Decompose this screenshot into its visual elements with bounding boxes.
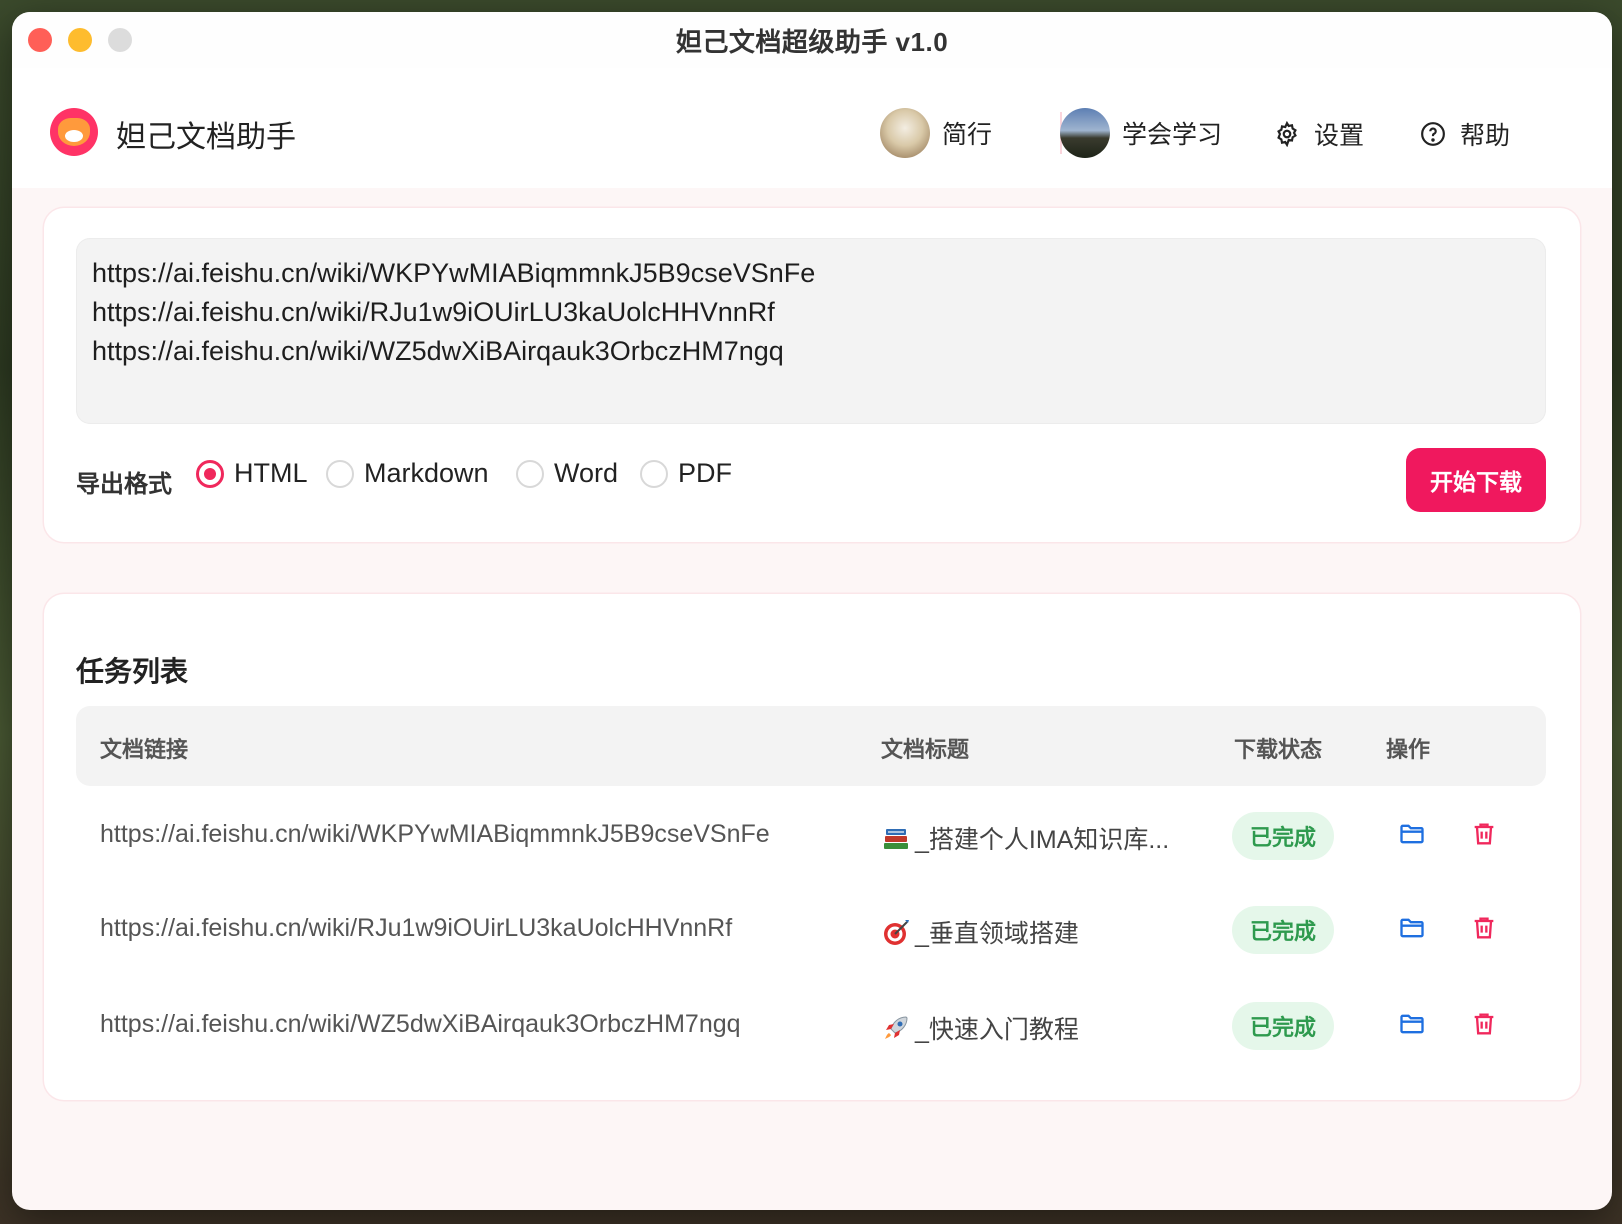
app-name: 妲己文档助手 xyxy=(116,121,296,154)
nav-settings-label: 设置 xyxy=(1314,122,1365,150)
export-format-label: 导出格式 xyxy=(76,471,172,498)
status-badge: 已完成 xyxy=(1232,1002,1334,1050)
folder-icon[interactable] xyxy=(1398,914,1426,942)
avatar xyxy=(1060,108,1110,158)
table-row: https://ai.feishu.cn/wiki/WZ5dwXiBAirqau… xyxy=(76,980,1546,1076)
table-row: https://ai.feishu.cn/wiki/WKPYwMIABiqmmn… xyxy=(76,790,1546,886)
doc-title-cell: _快速入门教程 xyxy=(881,1010,1079,1046)
gear-icon xyxy=(1277,121,1297,147)
nav-user-label: 学会学习 xyxy=(1122,121,1223,149)
download-panel: https://ai.feishu.cn/wiki/WKPYwMIABiqmmn… xyxy=(44,208,1580,542)
doc-title-text: _快速入门教程 xyxy=(915,1016,1079,1044)
task-list-panel: 任务列表 文档链接 文档标题 下载状态 操作 https://ai.feishu… xyxy=(44,594,1580,1100)
task-list-title: 任务列表 xyxy=(76,656,189,687)
format-option-label: HTML xyxy=(234,458,308,488)
column-header: 下载状态 xyxy=(1234,737,1323,762)
export-format-row: 导出格式 HTML Markdown Word PDF 开始下载 xyxy=(76,448,1546,512)
doc-url-cell: https://ai.feishu.cn/wiki/WZ5dwXiBAirqau… xyxy=(100,1010,741,1038)
nav-user-label: 简行 xyxy=(942,121,993,149)
folder-icon[interactable] xyxy=(1398,820,1426,848)
format-radio-pdf[interactable]: PDF xyxy=(640,458,732,489)
url-input-textarea[interactable]: https://ai.feishu.cn/wiki/WKPYwMIABiqmmn… xyxy=(76,238,1546,424)
url-input-line: https://ai.feishu.cn/wiki/WKPYwMIABiqmmn… xyxy=(92,258,816,288)
column-header: 文档标题 xyxy=(881,737,970,762)
doc-title-text: _搭建个人IMA知识库... xyxy=(915,826,1170,854)
format-radio-word[interactable]: Word xyxy=(516,458,618,489)
url-input-line: https://ai.feishu.cn/wiki/RJu1w9iOUirLU3… xyxy=(92,297,775,327)
trash-icon[interactable] xyxy=(1470,1010,1498,1038)
doc-title-cell: _垂直领域搭建 xyxy=(881,914,1079,950)
nav-help[interactable]: 帮助 xyxy=(1420,116,1510,152)
column-header: 操作 xyxy=(1386,737,1431,762)
books-icon xyxy=(884,829,908,849)
doc-url-cell: https://ai.feishu.cn/wiki/WKPYwMIABiqmmn… xyxy=(100,820,770,848)
table-header: 文档链接 文档标题 下载状态 操作 xyxy=(76,706,1546,786)
nav-user-xuehuixuexi[interactable]: 学会学习 xyxy=(1060,108,1222,158)
trash-icon[interactable] xyxy=(1470,820,1498,848)
radio-unselected-icon xyxy=(640,459,668,488)
doc-title-text: _垂直领域搭建 xyxy=(915,920,1079,948)
table-row: https://ai.feishu.cn/wiki/RJu1w9iOUirLU3… xyxy=(76,884,1546,980)
target-icon xyxy=(884,920,909,945)
close-window-button[interactable] xyxy=(28,28,52,52)
window-controls xyxy=(28,28,132,52)
radio-selected-icon xyxy=(196,459,224,488)
doc-url-cell: https://ai.feishu.cn/wiki/RJu1w9iOUirLU3… xyxy=(100,914,733,942)
help-circle-icon xyxy=(1421,122,1445,146)
status-badge: 已完成 xyxy=(1232,906,1334,954)
app-header: 妲己文档助手 简行 学会学习 设置 帮助 xyxy=(12,68,1612,188)
app-window: 妲己文档超级助手 v1.0 妲己文档助手 简行 学会学习 设置 帮助 https… xyxy=(12,12,1612,1210)
nav-user-jianxing[interactable]: 简行 xyxy=(880,108,992,158)
radio-unselected-icon xyxy=(326,459,354,488)
format-option-label: Word xyxy=(554,458,619,488)
start-download-button[interactable]: 开始下载 xyxy=(1406,448,1546,512)
nav-help-label: 帮助 xyxy=(1460,122,1511,150)
format-option-label: Markdown xyxy=(364,458,489,488)
radio-unselected-icon xyxy=(516,459,544,488)
avatar xyxy=(880,108,930,158)
folder-icon[interactable] xyxy=(1398,1010,1426,1038)
format-option-label: PDF xyxy=(678,458,732,488)
format-radio-markdown[interactable]: Markdown xyxy=(326,458,489,489)
column-header: 文档链接 xyxy=(100,737,189,762)
minimize-window-button[interactable] xyxy=(68,28,92,52)
status-badge: 已完成 xyxy=(1232,812,1334,860)
window-title: 妲己文档超级助手 v1.0 xyxy=(675,26,949,57)
nav-settings[interactable]: 设置 xyxy=(1274,116,1364,152)
title-bar: 妲己文档超级助手 v1.0 xyxy=(12,12,1612,68)
url-input-line: https://ai.feishu.cn/wiki/WZ5dwXiBAirqau… xyxy=(92,336,784,366)
fox-logo-icon xyxy=(50,108,98,156)
zoom-window-button[interactable] xyxy=(108,28,132,52)
format-radio-html[interactable]: HTML xyxy=(196,458,308,489)
rocket-icon xyxy=(885,1016,908,1039)
doc-title-cell: _搭建个人IMA知识库... xyxy=(881,820,1169,856)
trash-icon[interactable] xyxy=(1470,914,1498,942)
